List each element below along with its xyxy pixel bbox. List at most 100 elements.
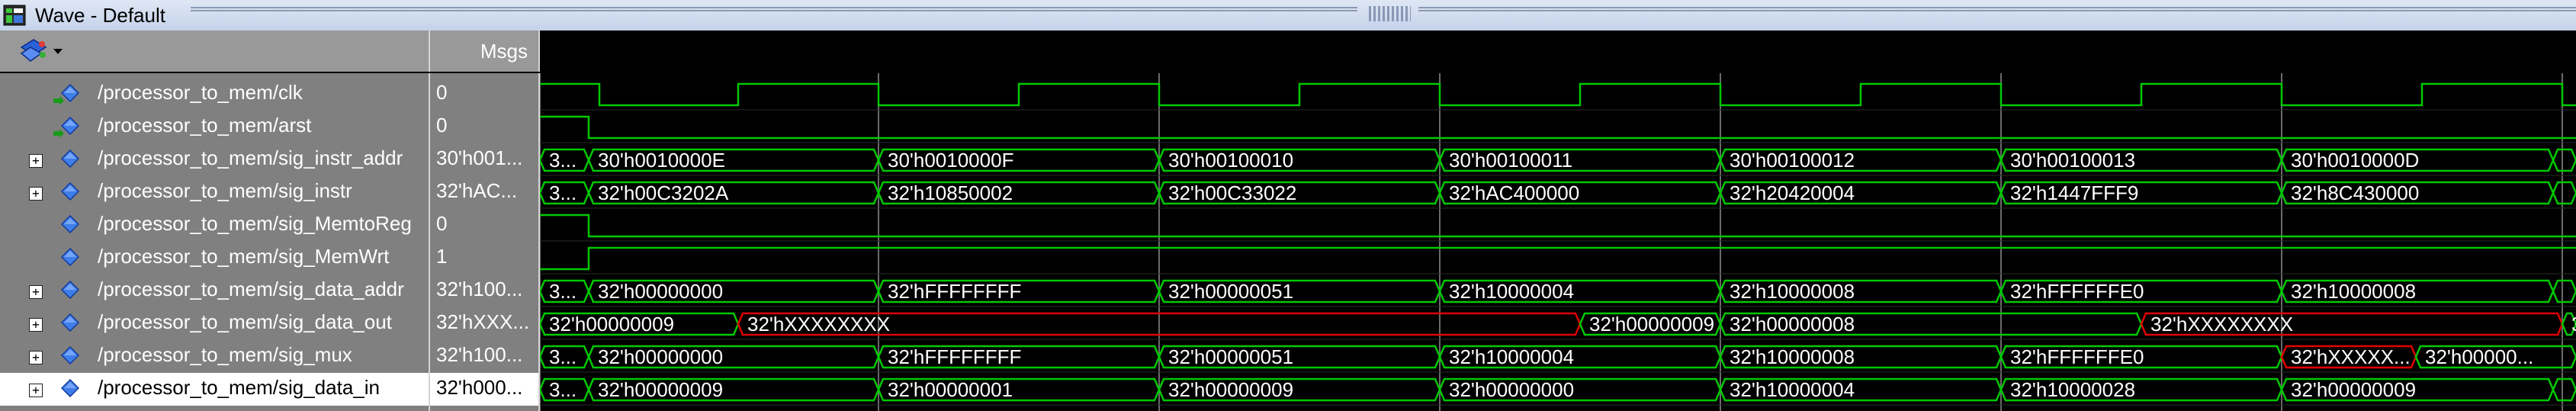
bus-segment [2552, 181, 2576, 205]
signal-name: /processor_to_mem/sig_data_out [98, 310, 392, 333]
bus-value-label: 32'h8C430000 [2291, 181, 2419, 204]
signal-row[interactable]: /processor_to_mem/sig_MemtoReg [0, 209, 429, 242]
value-row[interactable]: 0 [430, 78, 538, 111]
window-titlebar[interactable]: Wave - Default [0, 0, 2576, 31]
signal-row[interactable]: + /processor_to_mem/sig_data_in [0, 373, 429, 406]
titlebar-drag-handle[interactable] [1369, 6, 1411, 21]
signal-name: /processor_to_mem/sig_instr [98, 179, 352, 202]
bit-waveform [540, 246, 2576, 271]
value-row[interactable]: 0 [430, 209, 538, 242]
signal-row[interactable]: + /processor_to_mem/sig_data_out [0, 307, 429, 340]
signal-value: 32'h000... [436, 376, 523, 399]
expand-icon[interactable]: + [29, 384, 43, 397]
expand-icon[interactable]: + [29, 351, 43, 364]
signal-name: /processor_to_mem/clk [98, 81, 303, 104]
signal-value: 1 [436, 245, 448, 268]
bus-value-label: 32'h00000... [2425, 345, 2533, 368]
clk-waveform [540, 82, 2576, 107]
bus-segment [2552, 279, 2576, 303]
bus-value-label: 32'h10000004 [1449, 280, 1574, 303]
bus-value-label: 32'h10000008 [2291, 280, 2416, 303]
signal-name: /processor_to_mem/sig_mux [98, 343, 352, 366]
expand-icon[interactable]: + [29, 318, 43, 332]
titlebar-grip-right[interactable] [1418, 7, 2576, 11]
bus-value-label: 32'h00C33022 [1168, 181, 1296, 204]
hierarchy-menu-icon[interactable] [20, 38, 66, 64]
bus-signal-icon [61, 346, 79, 364]
signal-value: 0 [436, 81, 448, 104]
value-row[interactable]: 32'hXXX... [430, 307, 538, 340]
wave-header-area [540, 31, 2576, 72]
bus-value-label: 30'h0010000E [598, 149, 725, 172]
bus-value-label: 32'h10000008 [1730, 280, 1855, 303]
bus-segment [2552, 377, 2576, 402]
bus-value-label: 32'hFFFFFFE0 [2010, 345, 2144, 368]
bus-value-label: 32'hFFFFFFFF [888, 345, 1021, 368]
signal-name: /processor_to_mem/sig_instr_addr [98, 146, 403, 169]
bus-value-label: 3... [549, 181, 577, 204]
titlebar-grip-left[interactable] [191, 7, 1357, 11]
msgs-column-header[interactable]: Msgs [430, 31, 540, 72]
signal-row[interactable]: + /processor_to_mem/sig_instr [0, 176, 429, 209]
signal-row[interactable]: + /processor_to_mem/sig_instr_addr [0, 143, 429, 176]
signal-row[interactable]: + /processor_to_mem/sig_mux [0, 340, 429, 373]
value-row[interactable]: 32'h000... [430, 373, 538, 406]
signal-value: 0 [436, 114, 448, 136]
signal-value: 0 [436, 212, 448, 235]
bus-value-label: 3... [549, 378, 577, 401]
bus-signal-icon [61, 149, 79, 168]
waveform-pane[interactable]: 3... 30'h0010000E 30'h0010000F 30'h00100010… [540, 73, 2576, 411]
wave-header-row: Msgs [0, 31, 2576, 72]
value-row[interactable]: 1 [430, 242, 538, 275]
expand-icon[interactable]: + [29, 187, 43, 201]
signal-name: /processor_to_mem/sig_MemWrt [98, 245, 390, 268]
signal-name: /processor_to_mem/sig_MemtoReg [98, 212, 412, 235]
signal-value: 30'h001... [436, 146, 523, 169]
bus-signal-icon [61, 379, 79, 397]
value-row[interactable]: 32'h100... [430, 340, 538, 373]
signal-value: 32'hXXX... [436, 310, 530, 333]
bus-value-label: 3... [549, 345, 577, 368]
bus-value-label: 32'h1447FFF9 [2010, 181, 2138, 204]
input-arrow-icon [53, 96, 64, 105]
bus-value-label: 32'h00000051 [1168, 345, 1293, 368]
bus-value-label: 32'h10000008 [1730, 345, 1855, 368]
wave-window-icon [3, 5, 26, 26]
bus-value-label: 32'hXXXXXXXX [747, 313, 890, 336]
bus-value-label: 32'h00000051 [1168, 280, 1293, 303]
bus-value-label: 30'h0010000D [2291, 149, 2419, 172]
bus-value-label: 32'h00000008 [1730, 313, 1855, 336]
signal-icon [61, 215, 79, 233]
bus-segment [2552, 148, 2576, 172]
expand-icon[interactable]: + [29, 154, 43, 168]
value-row[interactable]: 0 [430, 111, 538, 143]
bus-value-label: 32'hXXXXXXXX [2150, 313, 2293, 336]
bus-value-label: 32'h10000004 [1730, 378, 1855, 401]
bus-value-label: 3... [549, 149, 577, 172]
bus-value-label: 30'h0010000F [888, 149, 1013, 172]
bus-value-label: 32'h00000001 [888, 378, 1013, 401]
window-title: Wave - Default [35, 4, 165, 27]
value-row[interactable]: 32'hAC... [430, 176, 538, 209]
value-row[interactable]: 32'h100... [430, 275, 538, 307]
signal-row[interactable]: /processor_to_mem/arst [0, 111, 429, 143]
signal-row[interactable]: /processor_to_mem/clk [0, 78, 429, 111]
signal-value-pane[interactable]: 0 0 30'h001... 32'hAC... 0 1 32'h100... 32'hXXX… [430, 73, 538, 411]
bus-value-label: 32'hAC400000 [1449, 181, 1579, 204]
signal-row[interactable]: + /processor_to_mem/sig_data_addr [0, 275, 429, 307]
value-row[interactable]: 30'h001... [430, 143, 538, 176]
bus-value-label: 32'h20420004 [1730, 181, 1855, 204]
signal-row[interactable]: /processor_to_mem/sig_MemWrt [0, 242, 429, 275]
bus-value-label: 32'h00000009 [1589, 313, 1714, 336]
signal-value: 32'h100... [436, 343, 523, 366]
signal-name: /processor_to_mem/sig_data_in [98, 376, 380, 399]
bus-value-label: 32'h00000009 [549, 313, 674, 336]
bus-value-label: 32'h00000009 [1168, 378, 1293, 401]
msgs-label: Msgs [480, 40, 528, 63]
expand-icon[interactable]: + [29, 285, 43, 299]
bus-value-label: 32'h10000004 [1449, 345, 1574, 368]
bus-value-label: 32'h00000009 [2291, 378, 2416, 401]
signal-name-pane[interactable]: /processor_to_mem/clk/processor_to_mem/a… [0, 73, 429, 411]
bus-value-label: 32'hFFFFFFE0 [2010, 280, 2144, 303]
bus-value-label: 32'h00000009 [598, 378, 723, 401]
